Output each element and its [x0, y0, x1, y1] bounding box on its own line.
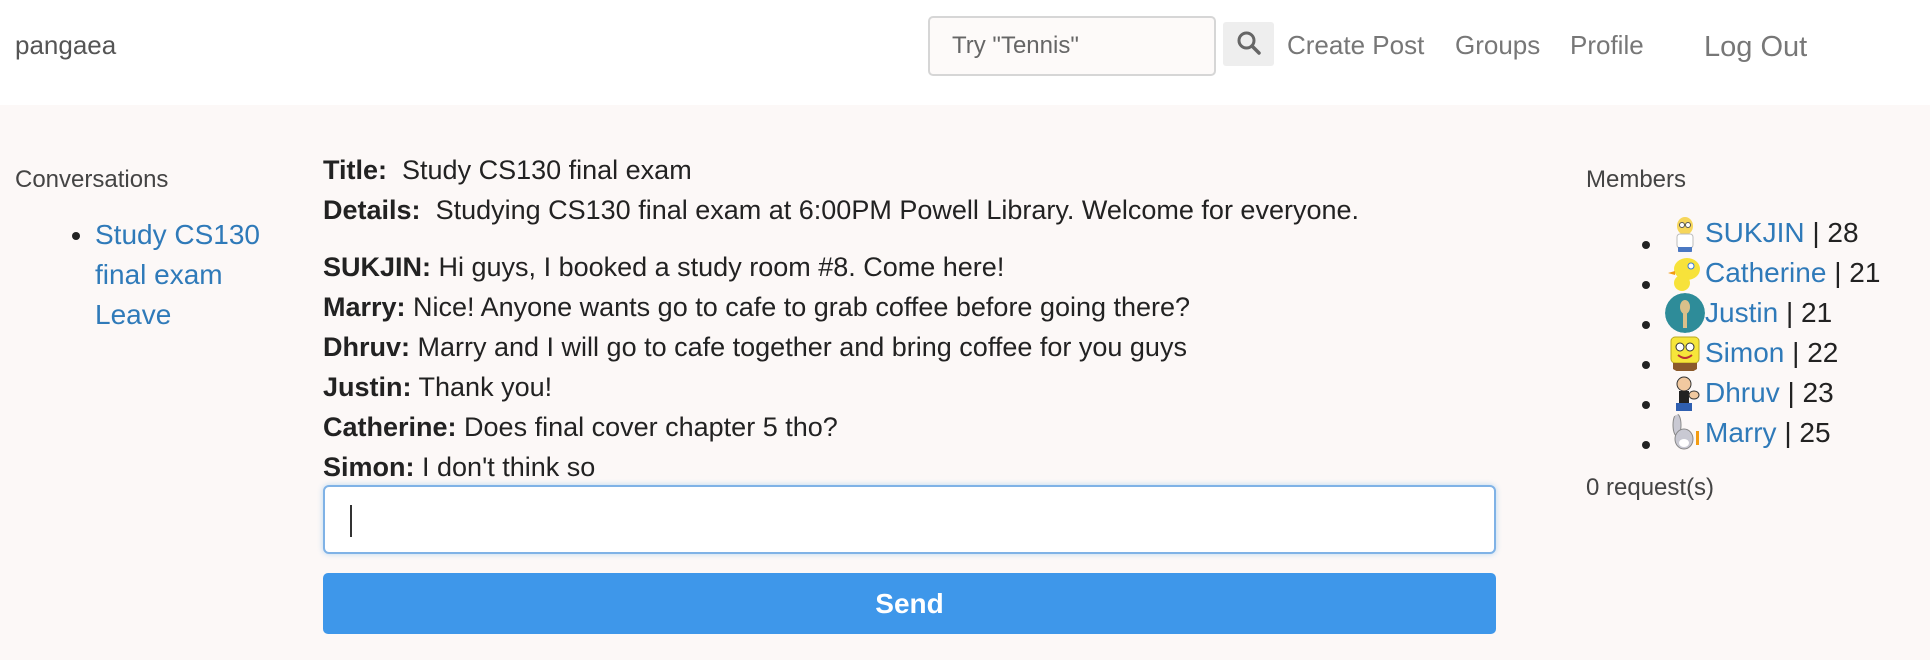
message-text: Marry and I will go to cafe together and… [417, 332, 1187, 362]
cartoon-avatar-popeye-icon [1676, 376, 1700, 411]
message-author: Catherine: [323, 412, 457, 442]
message-text: Thank you! [418, 372, 553, 402]
nav-logout[interactable]: Log Out [1704, 31, 1807, 64]
member-link[interactable]: Justin [1705, 293, 1778, 333]
leave-conversation-link[interactable]: Leave [95, 295, 300, 335]
avatar-teal-figure-icon [1665, 293, 1705, 333]
member-requests-count: 0 request(s) [1586, 474, 1715, 501]
member-item: Marry | 25 [1665, 413, 1880, 453]
message-list: SUKJIN: Hi guys, I booked a study room #… [323, 247, 1190, 487]
cartoon-avatar-bugs-bunny-icon [1672, 413, 1699, 450]
nav-create-post[interactable]: Create Post [1287, 30, 1424, 61]
member-item: Simon | 22 [1665, 333, 1880, 373]
message-item: Justin: Thank you! [323, 367, 1190, 407]
member-age: | 23 [1787, 377, 1834, 408]
nav-profile[interactable]: Profile [1570, 30, 1644, 61]
cartoon-avatar-spongebob-icon [1670, 336, 1700, 371]
member-item: Justin | 21 [1665, 293, 1880, 333]
member-link[interactable]: SUKJIN [1705, 213, 1805, 253]
post-details-row: Details: Studying CS130 final exam at 6:… [323, 190, 1359, 230]
member-link[interactable]: Dhruv [1705, 373, 1780, 413]
member-link[interactable]: Catherine [1705, 253, 1826, 293]
search-button[interactable] [1223, 22, 1274, 66]
member-age: | 21 [1785, 297, 1833, 328]
conversations-list: Study CS130 final exam Leave [60, 215, 300, 335]
details-label: Details: [323, 195, 421, 225]
nav-groups[interactable]: Groups [1455, 30, 1540, 61]
conversation-link[interactable]: Study CS130 final exam [95, 215, 300, 295]
message-author: Dhruv: [323, 332, 410, 362]
conversations-heading: Conversations [15, 166, 169, 193]
post-info: Title: Study CS130 final exam Details: S… [323, 150, 1359, 230]
message-text: Hi guys, I booked a study room #8. Come … [438, 252, 1005, 282]
top-navbar: pangaea Create Post Groups Profile Log O… [0, 0, 1930, 105]
message-text: Nice! Anyone wants go to cafe to grab co… [413, 292, 1191, 322]
message-item: Marry: Nice! Anyone wants go to cafe to … [323, 287, 1190, 327]
search-icon [1236, 30, 1262, 59]
member-item: SUKJIN | 28 [1665, 213, 1880, 253]
member-link[interactable]: Simon [1705, 333, 1784, 373]
message-input[interactable] [323, 485, 1496, 554]
message-text: I don't think so [422, 452, 596, 482]
cartoon-avatar-tweety-icon [1668, 258, 1700, 291]
send-button[interactable]: Send [323, 573, 1496, 634]
members-list: SUKJIN | 28 Catherine | 21 Justin | 21 [1630, 213, 1880, 453]
message-author: Simon: [323, 452, 415, 482]
members-heading: Members [1586, 166, 1687, 193]
post-details: Studying CS130 final exam at 6:00PM Powe… [435, 195, 1360, 225]
message-author: Justin: [323, 372, 412, 402]
member-age: | 22 [1792, 337, 1839, 368]
conversation-item: Study CS130 final exam Leave [95, 215, 300, 335]
message-author: Marry: [323, 292, 406, 322]
message-item: Dhruv: Marry and I will go to cafe toget… [323, 327, 1190, 367]
message-author: SUKJIN: [323, 252, 432, 282]
member-age: | 28 [1812, 217, 1859, 248]
message-item: SUKJIN: Hi guys, I booked a study room #… [323, 247, 1190, 287]
message-text: Does final cover chapter 5 tho? [464, 412, 838, 442]
member-age: | 21 [1834, 257, 1881, 288]
post-title-row: Title: Study CS130 final exam [323, 150, 1359, 190]
brand-logo-link[interactable]: pangaea [15, 30, 116, 61]
member-item: Dhruv | 23 [1665, 373, 1880, 413]
text-caret [350, 505, 352, 537]
search-input[interactable] [928, 16, 1216, 76]
member-age: | 25 [1784, 417, 1831, 448]
message-item: Catherine: Does final cover chapter 5 th… [323, 407, 1190, 447]
title-label: Title: [323, 155, 388, 185]
member-item: Catherine | 21 [1665, 253, 1880, 293]
message-item: Simon: I don't think so [323, 447, 1190, 487]
cartoon-avatar-homer-icon [1676, 217, 1694, 252]
member-link[interactable]: Marry [1705, 413, 1777, 453]
post-title: Study CS130 final exam [402, 155, 692, 185]
